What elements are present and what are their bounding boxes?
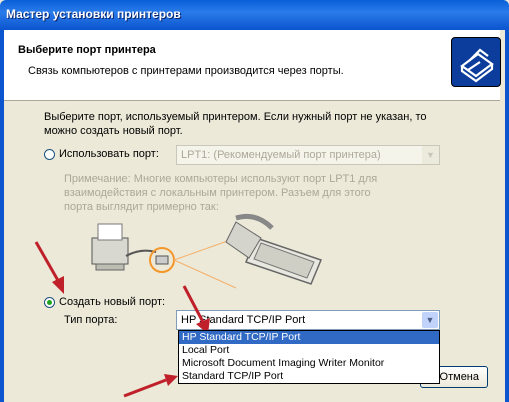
create-port-radio[interactable] — [44, 296, 55, 308]
window-title: Мастер установки принтеров — [6, 7, 181, 21]
printer-illustration-icon — [91, 223, 129, 271]
title-bar[interactable]: Мастер установки принтеров — [0, 0, 509, 30]
port-option-hp-tcpip[interactable]: HP Standard TCP/IP Port — [179, 331, 439, 344]
wizard-header: Выберите порт принтера Связь компьютеров… — [4, 30, 501, 101]
use-port-radio[interactable] — [44, 148, 55, 160]
port-type-label: Тип порта: — [64, 314, 118, 326]
db25-connector-icon — [225, 213, 323, 285]
port-option-local[interactable]: Local Port — [179, 344, 439, 357]
chevron-down-icon[interactable]: ▼ — [422, 312, 438, 328]
intro-text: Выберите порт, используемый принтером. Е… — [44, 111, 427, 137]
port-option-standard-tcpip[interactable]: Standard TCP/IP Port — [179, 370, 439, 383]
annotation-arrow-icon — [34, 241, 64, 294]
existing-port-select: LPT1: (Рекомендуемый порт принтера) ▼ — [176, 145, 440, 165]
port-option-ms-imaging[interactable]: Microsoft Document Imaging Writer Monito… — [179, 357, 439, 370]
existing-port-value: LPT1: (Рекомендуемый порт принтера) — [181, 149, 381, 161]
header-title: Выберите порт принтера — [18, 44, 156, 56]
header-subtitle: Связь компьютеров с принтерами производи… — [28, 65, 344, 77]
annotation-arrow-icon — [123, 374, 178, 398]
use-port-label: Использовать порт: — [59, 148, 159, 160]
use-port-option[interactable]: Использовать порт: — [44, 148, 159, 160]
create-port-label: Создать новый порт: — [59, 296, 166, 308]
printer-wizard-icon — [451, 37, 501, 87]
chevron-down-icon: ▼ — [422, 146, 439, 164]
window-frame-right — [505, 30, 509, 402]
port-type-dropdown[interactable]: HP Standard TCP/IP Port Local Port Micro… — [178, 330, 440, 384]
